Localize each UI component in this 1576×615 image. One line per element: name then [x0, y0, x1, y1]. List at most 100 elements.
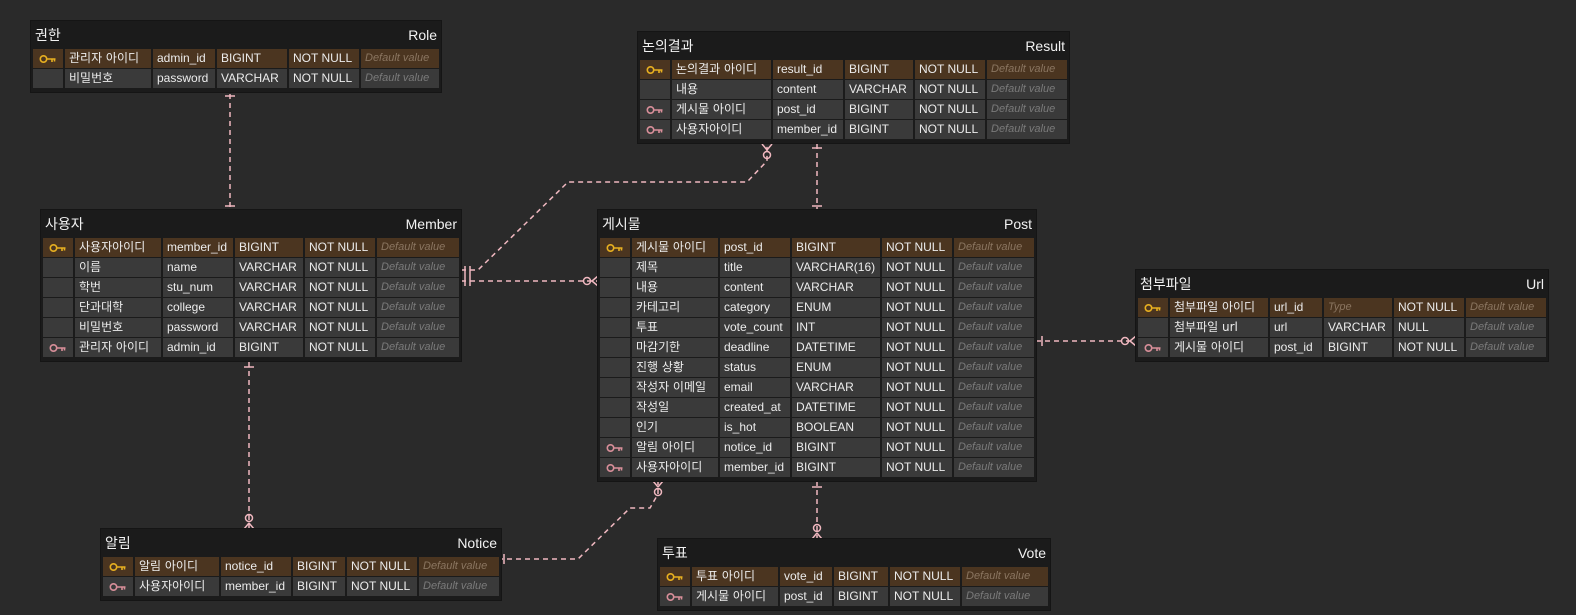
column-name[interactable]: email: [720, 378, 790, 397]
column-name[interactable]: member_id: [720, 458, 790, 477]
column-name[interactable]: admin_id: [153, 49, 215, 68]
column-default-value[interactable]: Default value: [361, 49, 439, 68]
column-nullable[interactable]: NOT NULL: [305, 318, 375, 337]
column-default-value[interactable]: Default value: [962, 587, 1048, 606]
column-logical-name[interactable]: 내용: [632, 278, 718, 297]
column-name[interactable]: vote_id: [780, 567, 832, 586]
column-type[interactable]: BIGINT: [792, 458, 880, 477]
column-nullable[interactable]: NOT NULL: [882, 338, 952, 357]
column-logical-name[interactable]: 첨부파일 url: [1170, 318, 1268, 337]
column-nullable[interactable]: NOT NULL: [305, 238, 375, 257]
column-name[interactable]: member_id: [773, 120, 843, 139]
table-row[interactable]: 내용 content VARCHAR NOT NULL Default value: [640, 80, 1067, 99]
column-nullable[interactable]: NOT NULL: [305, 298, 375, 317]
table-header[interactable]: 투표 Vote: [658, 539, 1050, 567]
table-row[interactable]: 작성일 created_at DATETIME NOT NULL Default val…: [600, 398, 1034, 417]
table-header[interactable]: 사용자 Member: [41, 210, 461, 238]
column-nullable[interactable]: NOT NULL: [305, 258, 375, 277]
column-logical-name[interactable]: 이름: [75, 258, 161, 277]
column-logical-name[interactable]: 사용자아이디: [672, 120, 771, 139]
column-nullable[interactable]: NOT NULL: [289, 49, 359, 68]
column-type[interactable]: VARCHAR: [235, 318, 303, 337]
column-name[interactable]: password: [163, 318, 233, 337]
column-default-value[interactable]: Default value: [377, 258, 459, 277]
column-logical-name[interactable]: 마감기한: [632, 338, 718, 357]
column-logical-name[interactable]: 작성일: [632, 398, 718, 417]
table-row[interactable]: 첨부파일 아이디 url_id Type NOT NULL Default value: [1138, 298, 1546, 317]
column-name[interactable]: password: [153, 69, 215, 88]
column-type[interactable]: ENUM: [792, 298, 880, 317]
column-name[interactable]: admin_id: [163, 338, 233, 357]
table-row[interactable]: 관리자 아이디 admin_id BIGINT NOT NULL Default val…: [33, 49, 439, 68]
column-type[interactable]: BIGINT: [293, 577, 345, 596]
table-row[interactable]: 카테고리 category ENUM NOT NULL Default value: [600, 298, 1034, 317]
column-type[interactable]: BIGINT: [1324, 338, 1392, 357]
table-row[interactable]: 투표 vote_count INT NOT NULL Default value: [600, 318, 1034, 337]
column-logical-name[interactable]: 게시물 아이디: [672, 100, 771, 119]
column-name[interactable]: vote_count: [720, 318, 790, 337]
column-name[interactable]: deadline: [720, 338, 790, 357]
column-type[interactable]: BIGINT: [235, 238, 303, 257]
column-type[interactable]: VARCHAR(16): [792, 258, 880, 277]
column-nullable[interactable]: NOT NULL: [915, 60, 985, 79]
column-default-value[interactable]: Default value: [954, 458, 1034, 477]
column-name[interactable]: content: [720, 278, 790, 297]
column-nullable[interactable]: NOT NULL: [882, 398, 952, 417]
column-type[interactable]: BIGINT: [235, 338, 303, 357]
column-logical-name[interactable]: 비밀번호: [75, 318, 161, 337]
column-type[interactable]: BIGINT: [293, 557, 345, 576]
column-nullable[interactable]: NOT NULL: [882, 318, 952, 337]
table-header[interactable]: 첨부파일 Url: [1136, 270, 1548, 298]
column-default-value[interactable]: Default value: [954, 318, 1034, 337]
column-name[interactable]: result_id: [773, 60, 843, 79]
column-name[interactable]: is_hot: [720, 418, 790, 437]
table-vote[interactable]: 투표 Vote 투표 아이디 vote_id BIGINT NOT NULL Default…: [658, 539, 1050, 610]
column-type[interactable]: DATETIME: [792, 338, 880, 357]
column-name[interactable]: name: [163, 258, 233, 277]
column-default-value[interactable]: Default value: [954, 298, 1034, 317]
column-nullable[interactable]: NOT NULL: [347, 557, 417, 576]
column-type[interactable]: BIGINT: [792, 238, 880, 257]
column-default-value[interactable]: Default value: [377, 238, 459, 257]
column-type[interactable]: VARCHAR: [235, 258, 303, 277]
column-nullable[interactable]: NOT NULL: [882, 438, 952, 457]
column-logical-name[interactable]: 투표: [632, 318, 718, 337]
column-nullable[interactable]: NOT NULL: [882, 258, 952, 277]
table-row[interactable]: 사용자아이디 member_id BIGINT NOT NULL Default val…: [103, 577, 499, 596]
column-name[interactable]: member_id: [221, 577, 291, 596]
column-type[interactable]: BIGINT: [834, 587, 888, 606]
table-header[interactable]: 게시물 Post: [598, 210, 1036, 238]
table-url[interactable]: 첨부파일 Url 첨부파일 아이디 url_id Type NOT NULL Default…: [1136, 270, 1548, 361]
column-name[interactable]: url_id: [1270, 298, 1322, 317]
column-type[interactable]: INT: [792, 318, 880, 337]
column-logical-name[interactable]: 관리자 아이디: [75, 338, 161, 357]
column-nullable[interactable]: NULL: [1394, 318, 1464, 337]
table-row[interactable]: 사용자아이디 member_id BIGINT NOT NULL Default val…: [640, 120, 1067, 139]
table-row[interactable]: 이름 name VARCHAR NOT NULL Default value: [43, 258, 459, 277]
column-nullable[interactable]: NOT NULL: [305, 278, 375, 297]
column-default-value[interactable]: Default value: [419, 577, 499, 596]
table-row[interactable]: 비밀번호 password VARCHAR NOT NULL Default value: [33, 69, 439, 88]
column-default-value[interactable]: Default value: [954, 338, 1034, 357]
table-row[interactable]: 진행 상황 status ENUM NOT NULL Default value: [600, 358, 1034, 377]
column-nullable[interactable]: NOT NULL: [882, 358, 952, 377]
column-logical-name[interactable]: 제목: [632, 258, 718, 277]
column-type[interactable]: VARCHAR: [792, 378, 880, 397]
column-logical-name[interactable]: 인기: [632, 418, 718, 437]
column-nullable[interactable]: NOT NULL: [915, 100, 985, 119]
table-notice[interactable]: 알림 Notice 알림 아이디 notice_id BIGINT NOT NULL Def…: [101, 529, 501, 600]
table-header[interactable]: 권한 Role: [31, 21, 441, 49]
column-nullable[interactable]: NOT NULL: [915, 120, 985, 139]
column-type[interactable]: BIGINT: [845, 120, 913, 139]
column-nullable[interactable]: NOT NULL: [882, 378, 952, 397]
column-default-value[interactable]: Default value: [954, 238, 1034, 257]
column-name[interactable]: post_id: [780, 587, 832, 606]
column-type[interactable]: BIGINT: [792, 438, 880, 457]
column-default-value[interactable]: Default value: [377, 318, 459, 337]
column-type[interactable]: ENUM: [792, 358, 880, 377]
table-row[interactable]: 첨부파일 url url VARCHAR NULL Default value: [1138, 318, 1546, 337]
column-logical-name[interactable]: 비밀번호: [65, 69, 151, 88]
table-row[interactable]: 인기 is_hot BOOLEAN NOT NULL Default value: [600, 418, 1034, 437]
column-type[interactable]: VARCHAR: [217, 69, 287, 88]
column-name[interactable]: college: [163, 298, 233, 317]
